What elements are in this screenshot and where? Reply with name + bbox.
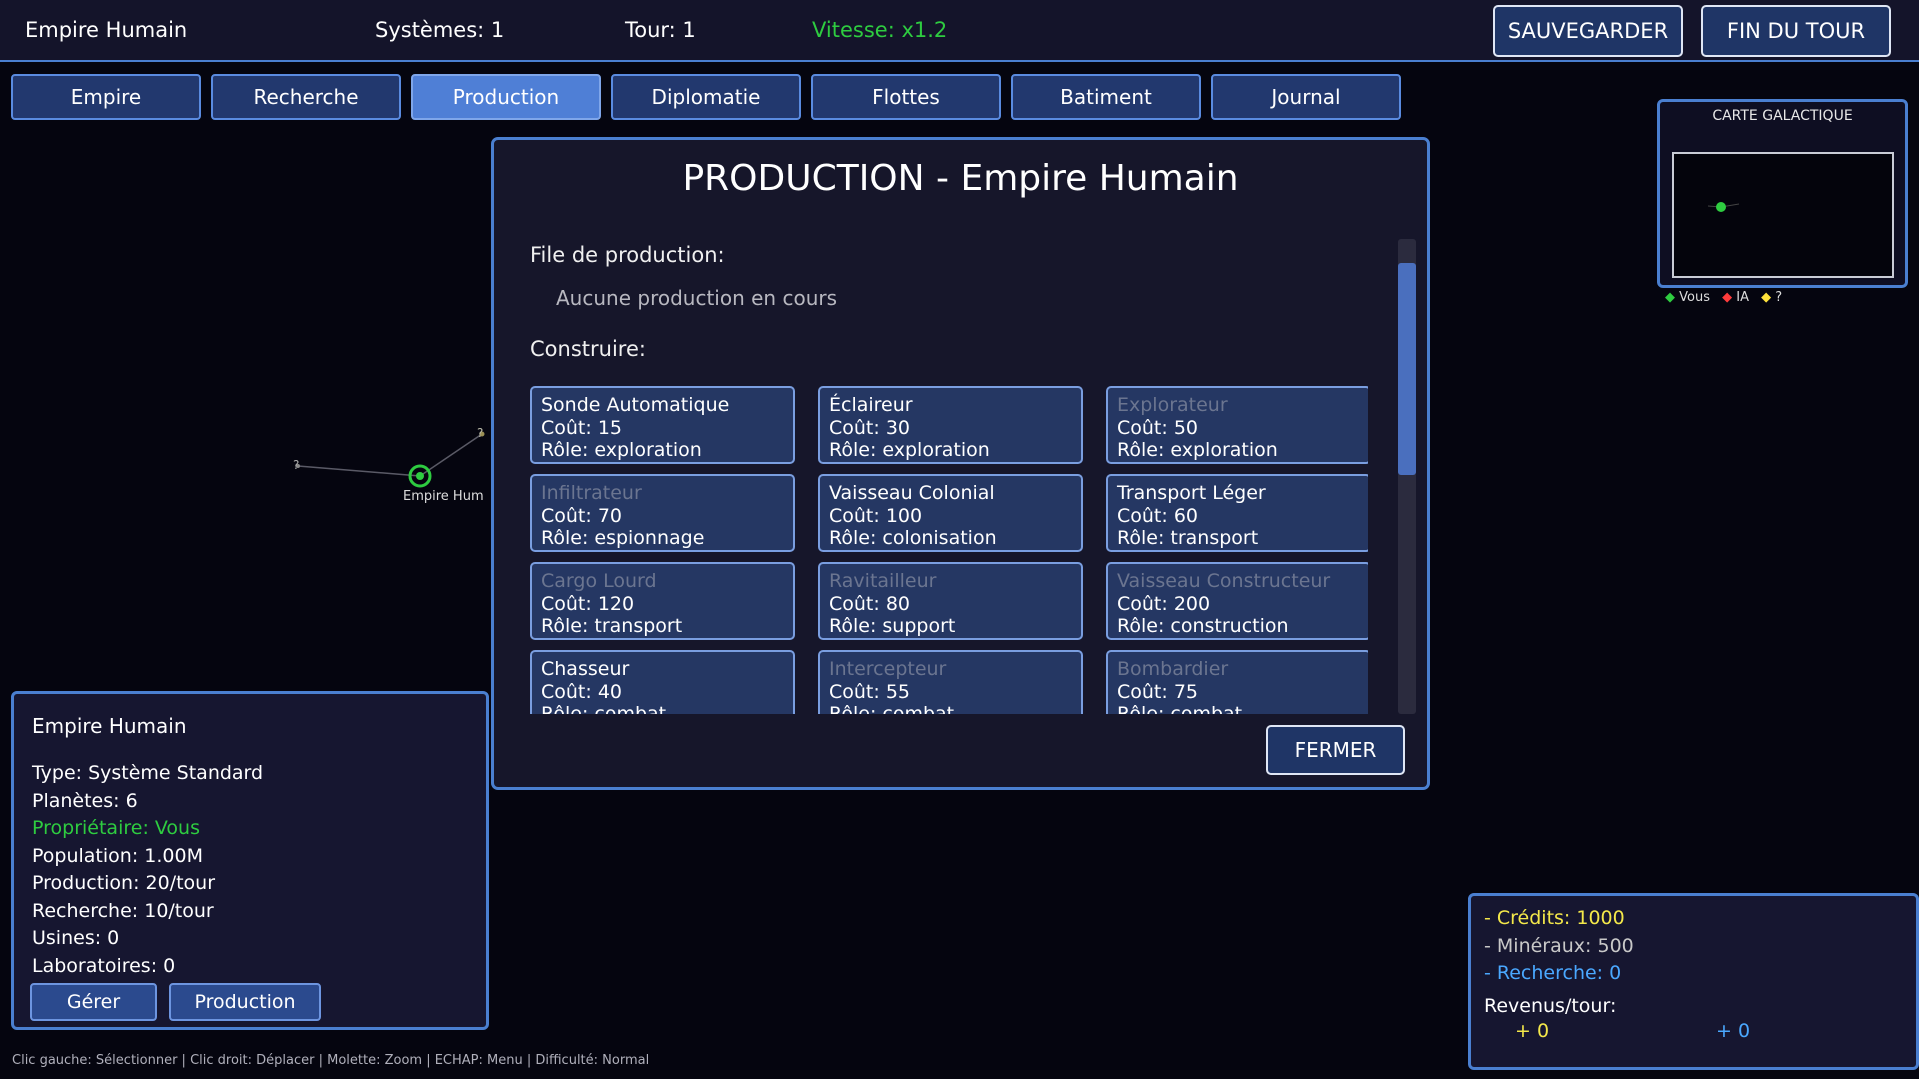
legend-unknown-icon: ◆ <box>1761 290 1772 305</box>
ship-cost: Coût: 30 <box>829 416 911 439</box>
minimap-viewport[interactable] <box>1672 152 1894 278</box>
income-credits: + 0 <box>1515 1020 1550 1042</box>
system-labs: Laboratoires: 0 <box>32 955 176 977</box>
ship-role: Rôle: exploration <box>1117 439 1278 461</box>
ship-role: Rôle: transport <box>541 615 683 637</box>
ship-cost: Coût: 50 <box>1117 416 1199 439</box>
ship-role: Rôle: transport <box>1117 527 1259 549</box>
ship-name: Transport Léger <box>1117 482 1266 504</box>
galaxy-minimap[interactable]: CARTE GALACTIQUE <box>1657 99 1908 288</box>
credits-value: - Crédits: 1000 <box>1484 907 1625 929</box>
scrollbar-thumb[interactable] <box>1398 263 1416 475</box>
income-label: Revenus/tour: <box>1484 995 1617 1017</box>
ship-role: Rôle: espionnage <box>541 527 705 549</box>
dialog-scrollbar[interactable] <box>1398 239 1416 714</box>
legend-you-icon: ◆ <box>1665 290 1675 305</box>
ship-name: Éclaireur <box>829 394 913 416</box>
income-research: + 0 <box>1716 1020 1751 1042</box>
ship-name: Intercepteur <box>829 658 947 680</box>
queue-heading: File de production: <box>530 243 725 267</box>
ship-name: Ravitailleur <box>829 570 937 592</box>
ship-cost: Coût: 80 <box>829 592 911 615</box>
system-planets: Planètes: 6 <box>32 790 138 812</box>
close-button[interactable]: FERMER <box>1266 725 1405 775</box>
ship-role: Rôle: combat <box>541 703 667 714</box>
ship-card-explorateur[interactable]: Explorateur Coût: 50 Rôle: exploration <box>1106 386 1368 464</box>
production-dialog: PRODUCTION - Empire Humain File de produ… <box>491 137 1430 790</box>
ship-role: Rôle: construction <box>1117 615 1289 637</box>
system-info-panel: Empire Humain Type: Système Standard Pla… <box>11 691 489 1030</box>
unknown-system-label: ? <box>477 426 484 440</box>
ship-card-sonde-automatique[interactable]: Sonde Automatique Coût: 15 Rôle: explora… <box>530 386 795 464</box>
legend-unknown-label: ? <box>1775 290 1783 305</box>
ship-role: Rôle: combat <box>829 703 955 714</box>
ship-cost: Coût: 40 <box>541 680 623 703</box>
home-system-label: Empire Hum <box>403 489 484 504</box>
ship-name: Cargo Lourd <box>541 570 657 592</box>
ship-card-cargo-lourd[interactable]: Cargo Lourd Coût: 120 Rôle: transport <box>530 562 795 640</box>
legend-you-label: Vous <box>1679 290 1710 305</box>
ship-grid: Sonde Automatique Coût: 15 Rôle: explora… <box>530 386 1368 714</box>
system-owner: Propriétaire: Vous <box>32 817 200 839</box>
hyperlane <box>297 465 421 477</box>
ship-cost: Coût: 100 <box>829 504 923 527</box>
research-value: - Recherche: 0 <box>1484 962 1622 984</box>
ship-name: Sonde Automatique <box>541 394 730 416</box>
ship-card-chasseur[interactable]: Chasseur Coût: 40 Rôle: combat <box>530 650 795 714</box>
build-heading: Construire: <box>530 337 646 361</box>
system-production: Production: 20/tour <box>32 872 216 894</box>
minimap-legend: ◆ Vous ◆ IA ◆ ? <box>1665 290 1782 305</box>
ship-cost: Coût: 75 <box>1117 680 1199 703</box>
queue-empty-text: Aucune production en cours <box>556 286 838 310</box>
ship-role: Rôle: combat <box>1117 703 1243 714</box>
minimap-canvas <box>1707 202 1740 212</box>
system-type: Type: Système Standard <box>32 762 264 784</box>
ship-role: Rôle: exploration <box>829 439 990 461</box>
home-system-core <box>416 472 424 480</box>
ship-cost: Coût: 200 <box>1117 592 1211 615</box>
system-name: Empire Humain <box>32 714 187 738</box>
production-button[interactable]: Production <box>169 983 321 1021</box>
legend-ai-icon: ◆ <box>1722 290 1733 305</box>
ship-card-vaisseau-constructeur[interactable]: Vaisseau Constructeur Coût: 200 Rôle: co… <box>1106 562 1368 640</box>
ship-name: Infiltrateur <box>541 482 642 504</box>
system-population: Population: 1.00M <box>32 845 203 867</box>
ship-role: Rôle: colonisation <box>829 527 997 549</box>
ship-card-eclaireur[interactable]: Éclaireur Coût: 30 Rôle: exploration <box>818 386 1083 464</box>
ship-cost: Coût: 60 <box>1117 504 1199 527</box>
ship-card-ravitailleur[interactable]: Ravitailleur Coût: 80 Rôle: support <box>818 562 1083 640</box>
ship-card-bombardier[interactable]: Bombardier Coût: 75 Rôle: combat <box>1106 650 1368 714</box>
ship-card-vaisseau-colonial[interactable]: Vaisseau Colonial Coût: 100 Rôle: coloni… <box>818 474 1083 552</box>
ship-role: Rôle: support <box>829 615 956 637</box>
ship-name: Vaisseau Colonial <box>829 482 995 504</box>
system-research: Recherche: 10/tour <box>32 900 214 922</box>
minerals-value: - Minéraux: 500 <box>1484 935 1634 957</box>
resources-panel: - Crédits: 1000 - Minéraux: 500 - Recher… <box>1468 893 1919 1070</box>
ship-role: Rôle: exploration <box>541 439 702 461</box>
manage-button[interactable]: Gérer <box>30 983 157 1021</box>
controls-hint: Clic gauche: Sélectionner | Clic droit: … <box>12 1053 650 1068</box>
system-factories: Usines: 0 <box>32 927 120 949</box>
legend-ai-label: IA <box>1736 290 1750 305</box>
ship-name: Vaisseau Constructeur <box>1117 570 1331 592</box>
unknown-system-label: ? <box>293 458 300 472</box>
ship-name: Chasseur <box>541 658 630 680</box>
ship-cost: Coût: 120 <box>541 592 635 615</box>
ship-name: Explorateur <box>1117 394 1228 416</box>
ship-name: Bombardier <box>1117 658 1229 680</box>
ship-card-infiltrateur[interactable]: Infiltrateur Coût: 70 Rôle: espionnage <box>530 474 795 552</box>
ship-cost: Coût: 55 <box>829 680 911 703</box>
dialog-title: PRODUCTION - Empire Humain <box>682 158 1239 199</box>
ship-card-transport-leger[interactable]: Transport Léger Coût: 60 Rôle: transport <box>1106 474 1368 552</box>
ship-cost: Coût: 15 <box>541 416 623 439</box>
minimap-home-dot <box>1716 202 1726 212</box>
ship-card-intercepteur[interactable]: Intercepteur Coût: 55 Rôle: combat <box>818 650 1083 714</box>
ship-cost: Coût: 70 <box>541 504 623 527</box>
minimap-title: CARTE GALACTIQUE <box>1712 108 1853 124</box>
